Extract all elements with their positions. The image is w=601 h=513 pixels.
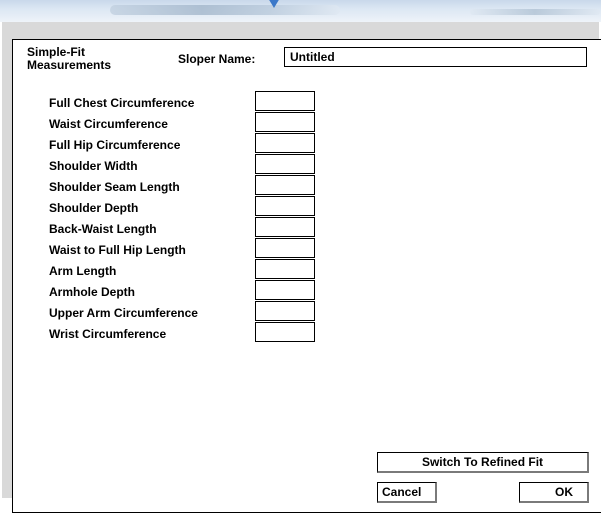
measurement-input[interactable]: [255, 217, 315, 237]
pointer-arrow-icon: [268, 0, 280, 8]
measurement-input[interactable]: [255, 238, 315, 258]
sloper-name-input[interactable]: Untitled: [284, 47, 587, 67]
measurement-input[interactable]: [255, 133, 315, 153]
measurement-input[interactable]: [255, 322, 315, 342]
sloper-name-label: Sloper Name:: [178, 52, 256, 66]
measurement-input[interactable]: [255, 91, 315, 111]
measurement-label: Waist to Full Hip Length: [49, 243, 186, 257]
measurement-input[interactable]: [255, 259, 315, 279]
measurement-label: Arm Length: [49, 264, 117, 278]
measurement-label: Upper Arm Circumference: [49, 306, 198, 320]
cancel-button[interactable]: Cancel: [377, 482, 437, 503]
titlebar-blur: [470, 9, 600, 15]
measurement-label: Back-Waist Length: [49, 222, 157, 236]
measurement-label: Shoulder Width: [49, 159, 138, 173]
measurement-label: Wrist Circumference: [49, 327, 167, 341]
measurement-label: Shoulder Seam Length: [49, 180, 180, 194]
measurement-input[interactable]: [255, 280, 315, 300]
measurement-input[interactable]: [255, 112, 315, 132]
titlebar-blur: [110, 5, 340, 15]
measurement-label: Waist Circumference: [49, 117, 168, 131]
measurement-label: Shoulder Depth: [49, 201, 139, 215]
measurement-input[interactable]: [255, 154, 315, 174]
measurement-input[interactable]: [255, 196, 315, 216]
measurement-input[interactable]: [255, 301, 315, 321]
measurement-label: Full Hip Circumference: [49, 138, 181, 152]
measurements-dialog: Simple-Fit Measurements Sloper Name: Unt…: [12, 39, 601, 513]
measurement-label: Full Chest Circumference: [49, 96, 195, 110]
dialog-title: Simple-Fit Measurements: [27, 45, 112, 72]
measurement-input[interactable]: [255, 175, 315, 195]
switch-to-refined-fit-button[interactable]: Switch To Refined Fit: [377, 452, 589, 473]
window-titlebar[interactable]: [0, 0, 601, 22]
ok-button[interactable]: OK: [519, 482, 589, 503]
measurement-label: Armhole Depth: [49, 285, 136, 299]
window-frame: Simple-Fit Measurements Sloper Name: Unt…: [2, 22, 601, 513]
